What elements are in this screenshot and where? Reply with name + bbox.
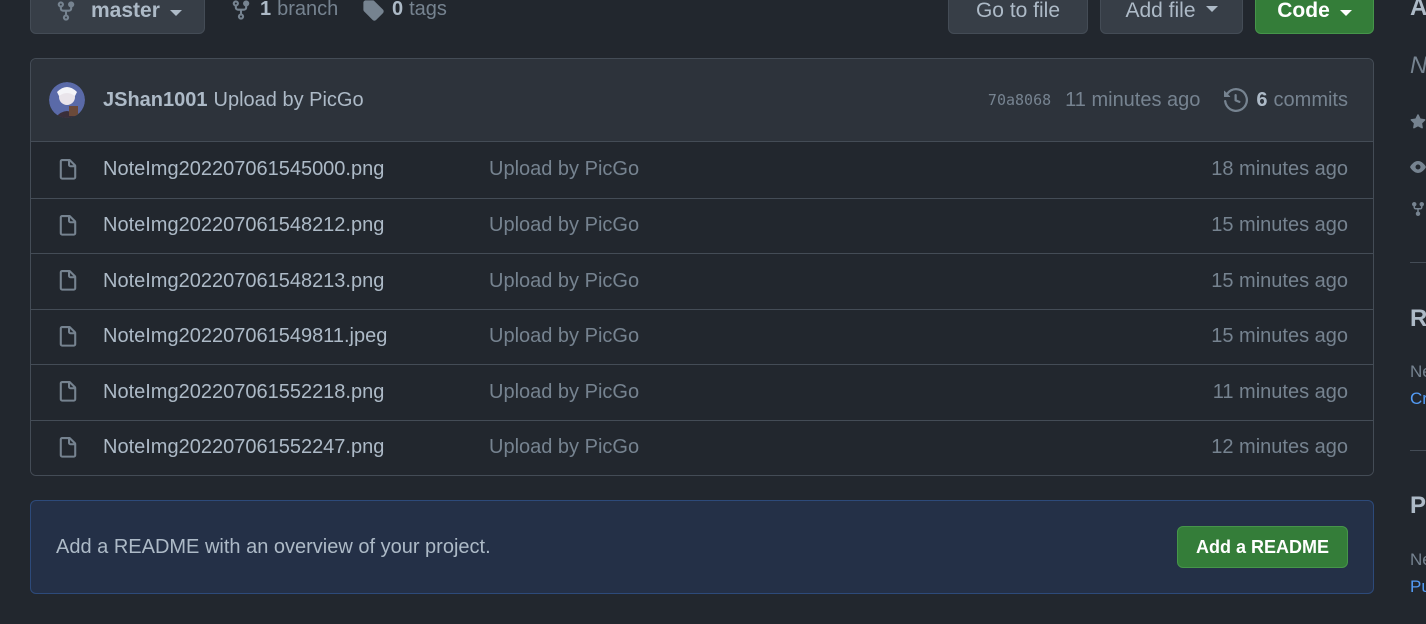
- commit-author-link[interactable]: JShan1001: [103, 89, 208, 112]
- sidebar-divider: [1410, 262, 1426, 263]
- code-label: Code: [1277, 0, 1330, 22]
- branch-count: 1: [260, 0, 272, 20]
- branch-label: branch: [277, 0, 339, 20]
- readme-prompt-text: Add a README with an overview of your pr…: [56, 535, 491, 558]
- file-icon: [59, 436, 77, 458]
- file-commit-message-link[interactable]: Upload by PicGo: [489, 158, 639, 181]
- commit-message-link[interactable]: Upload by PicGo: [214, 89, 364, 112]
- chevron-down-icon: [169, 10, 182, 16]
- repo-page: master 1 branch 0 tags Go to file Add fi…: [0, 0, 1426, 624]
- latest-commit-header: JShan1001 Upload by PicGo 70a8068 11 min…: [31, 59, 1373, 142]
- file-name-link[interactable]: NoteImg202207061548212.png: [103, 214, 489, 237]
- readme-prompt: Add a README with an overview of your pr…: [30, 500, 1374, 594]
- file-commit-message-link[interactable]: Upload by PicGo: [489, 436, 639, 459]
- commit-count-label: commits: [1273, 88, 1348, 111]
- table-row: NoteImg202207061545000.png Upload by Pic…: [31, 142, 1373, 198]
- add-readme-button[interactable]: Add a README: [1176, 526, 1348, 568]
- commit-meta: 70a8068 11 minutes ago 6 commits: [988, 88, 1348, 112]
- commit-time: 11 minutes ago: [1065, 88, 1201, 111]
- git-branch-icon: [57, 1, 75, 21]
- branches-link[interactable]: 1 branch: [230, 0, 338, 21]
- file-age: 15 minutes ago: [1211, 214, 1348, 237]
- history-icon: [1224, 88, 1249, 112]
- table-row: NoteImg202207061552218.png Upload by Pic…: [31, 364, 1373, 420]
- packages-text: Ne: [1410, 550, 1426, 569]
- commits-history-link[interactable]: 6 commits: [1224, 88, 1348, 112]
- tag-count: 0: [392, 0, 404, 20]
- create-release-link[interactable]: Cr: [1410, 389, 1426, 409]
- file-icon: [59, 325, 77, 347]
- chevron-down-icon: [1205, 6, 1218, 12]
- releases-heading: R: [1410, 305, 1426, 332]
- file-commit-message-link[interactable]: Upload by PicGo: [489, 381, 639, 404]
- file-age: 15 minutes ago: [1211, 269, 1348, 292]
- commit-sha-link[interactable]: 70a8068: [988, 91, 1051, 109]
- file-icon: [59, 214, 77, 236]
- eye-icon: [1410, 161, 1426, 173]
- chevron-down-icon: [1339, 10, 1352, 16]
- table-row: NoteImg202207061552247.png Upload by Pic…: [31, 419, 1373, 475]
- branch-select-button[interactable]: master: [30, 0, 205, 34]
- tag-icon: [363, 0, 384, 21]
- file-icon: [59, 381, 77, 402]
- star-icon: [1410, 114, 1426, 129]
- file-name-link[interactable]: NoteImg202207061549811.jpeg: [103, 325, 489, 348]
- file-commit-message-link[interactable]: Upload by PicGo: [489, 325, 639, 348]
- table-row: NoteImg202207061548213.png Upload by Pic…: [31, 253, 1373, 309]
- packages-heading: Pa: [1410, 492, 1426, 519]
- avatar[interactable]: [49, 82, 85, 118]
- fork-icon: [1412, 202, 1424, 217]
- file-name-link[interactable]: NoteImg202207061552218.png: [103, 381, 489, 404]
- git-branch-icon: [232, 0, 250, 20]
- file-name-link[interactable]: NoteImg202207061548213.png: [103, 270, 489, 293]
- table-row: NoteImg202207061549811.jpeg Upload by Pi…: [31, 308, 1373, 364]
- file-name-link[interactable]: NoteImg202207061545000.png: [103, 158, 489, 181]
- code-button[interactable]: Code: [1255, 0, 1374, 34]
- add-file-label: Add file: [1125, 0, 1196, 22]
- file-age: 11 minutes ago: [1212, 380, 1348, 403]
- about-heading: A: [1410, 0, 1426, 21]
- tag-label: tags: [409, 0, 447, 20]
- file-age: 12 minutes ago: [1211, 436, 1348, 459]
- branch-name: master: [91, 0, 160, 22]
- file-commit-message-link[interactable]: Upload by PicGo: [489, 270, 639, 293]
- table-row: NoteImg202207061548212.png Upload by Pic…: [31, 197, 1373, 253]
- about-description: N: [1410, 52, 1426, 79]
- publish-package-link[interactable]: Pu: [1410, 577, 1426, 597]
- sidebar-divider: [1410, 450, 1426, 451]
- go-to-file-label: Go to file: [975, 0, 1061, 22]
- add-file-button[interactable]: Add file: [1100, 0, 1243, 34]
- file-age: 18 minutes ago: [1211, 158, 1348, 181]
- avatar-image: [49, 82, 85, 118]
- file-age: 15 minutes ago: [1211, 325, 1348, 348]
- go-to-file-button[interactable]: Go to file: [948, 0, 1088, 34]
- file-rows: NoteImg202207061545000.png Upload by Pic…: [31, 142, 1373, 475]
- file-name-link[interactable]: NoteImg202207061552247.png: [103, 436, 489, 459]
- file-commit-message-link[interactable]: Upload by PicGo: [489, 214, 639, 237]
- file-icon: [59, 270, 77, 291]
- file-icon: [59, 158, 77, 180]
- file-list-box: JShan1001 Upload by PicGo 70a8068 11 min…: [30, 58, 1374, 476]
- commit-count: 6: [1256, 88, 1268, 111]
- tags-link[interactable]: 0 tags: [362, 0, 447, 21]
- releases-text: Ne: [1410, 362, 1426, 381]
